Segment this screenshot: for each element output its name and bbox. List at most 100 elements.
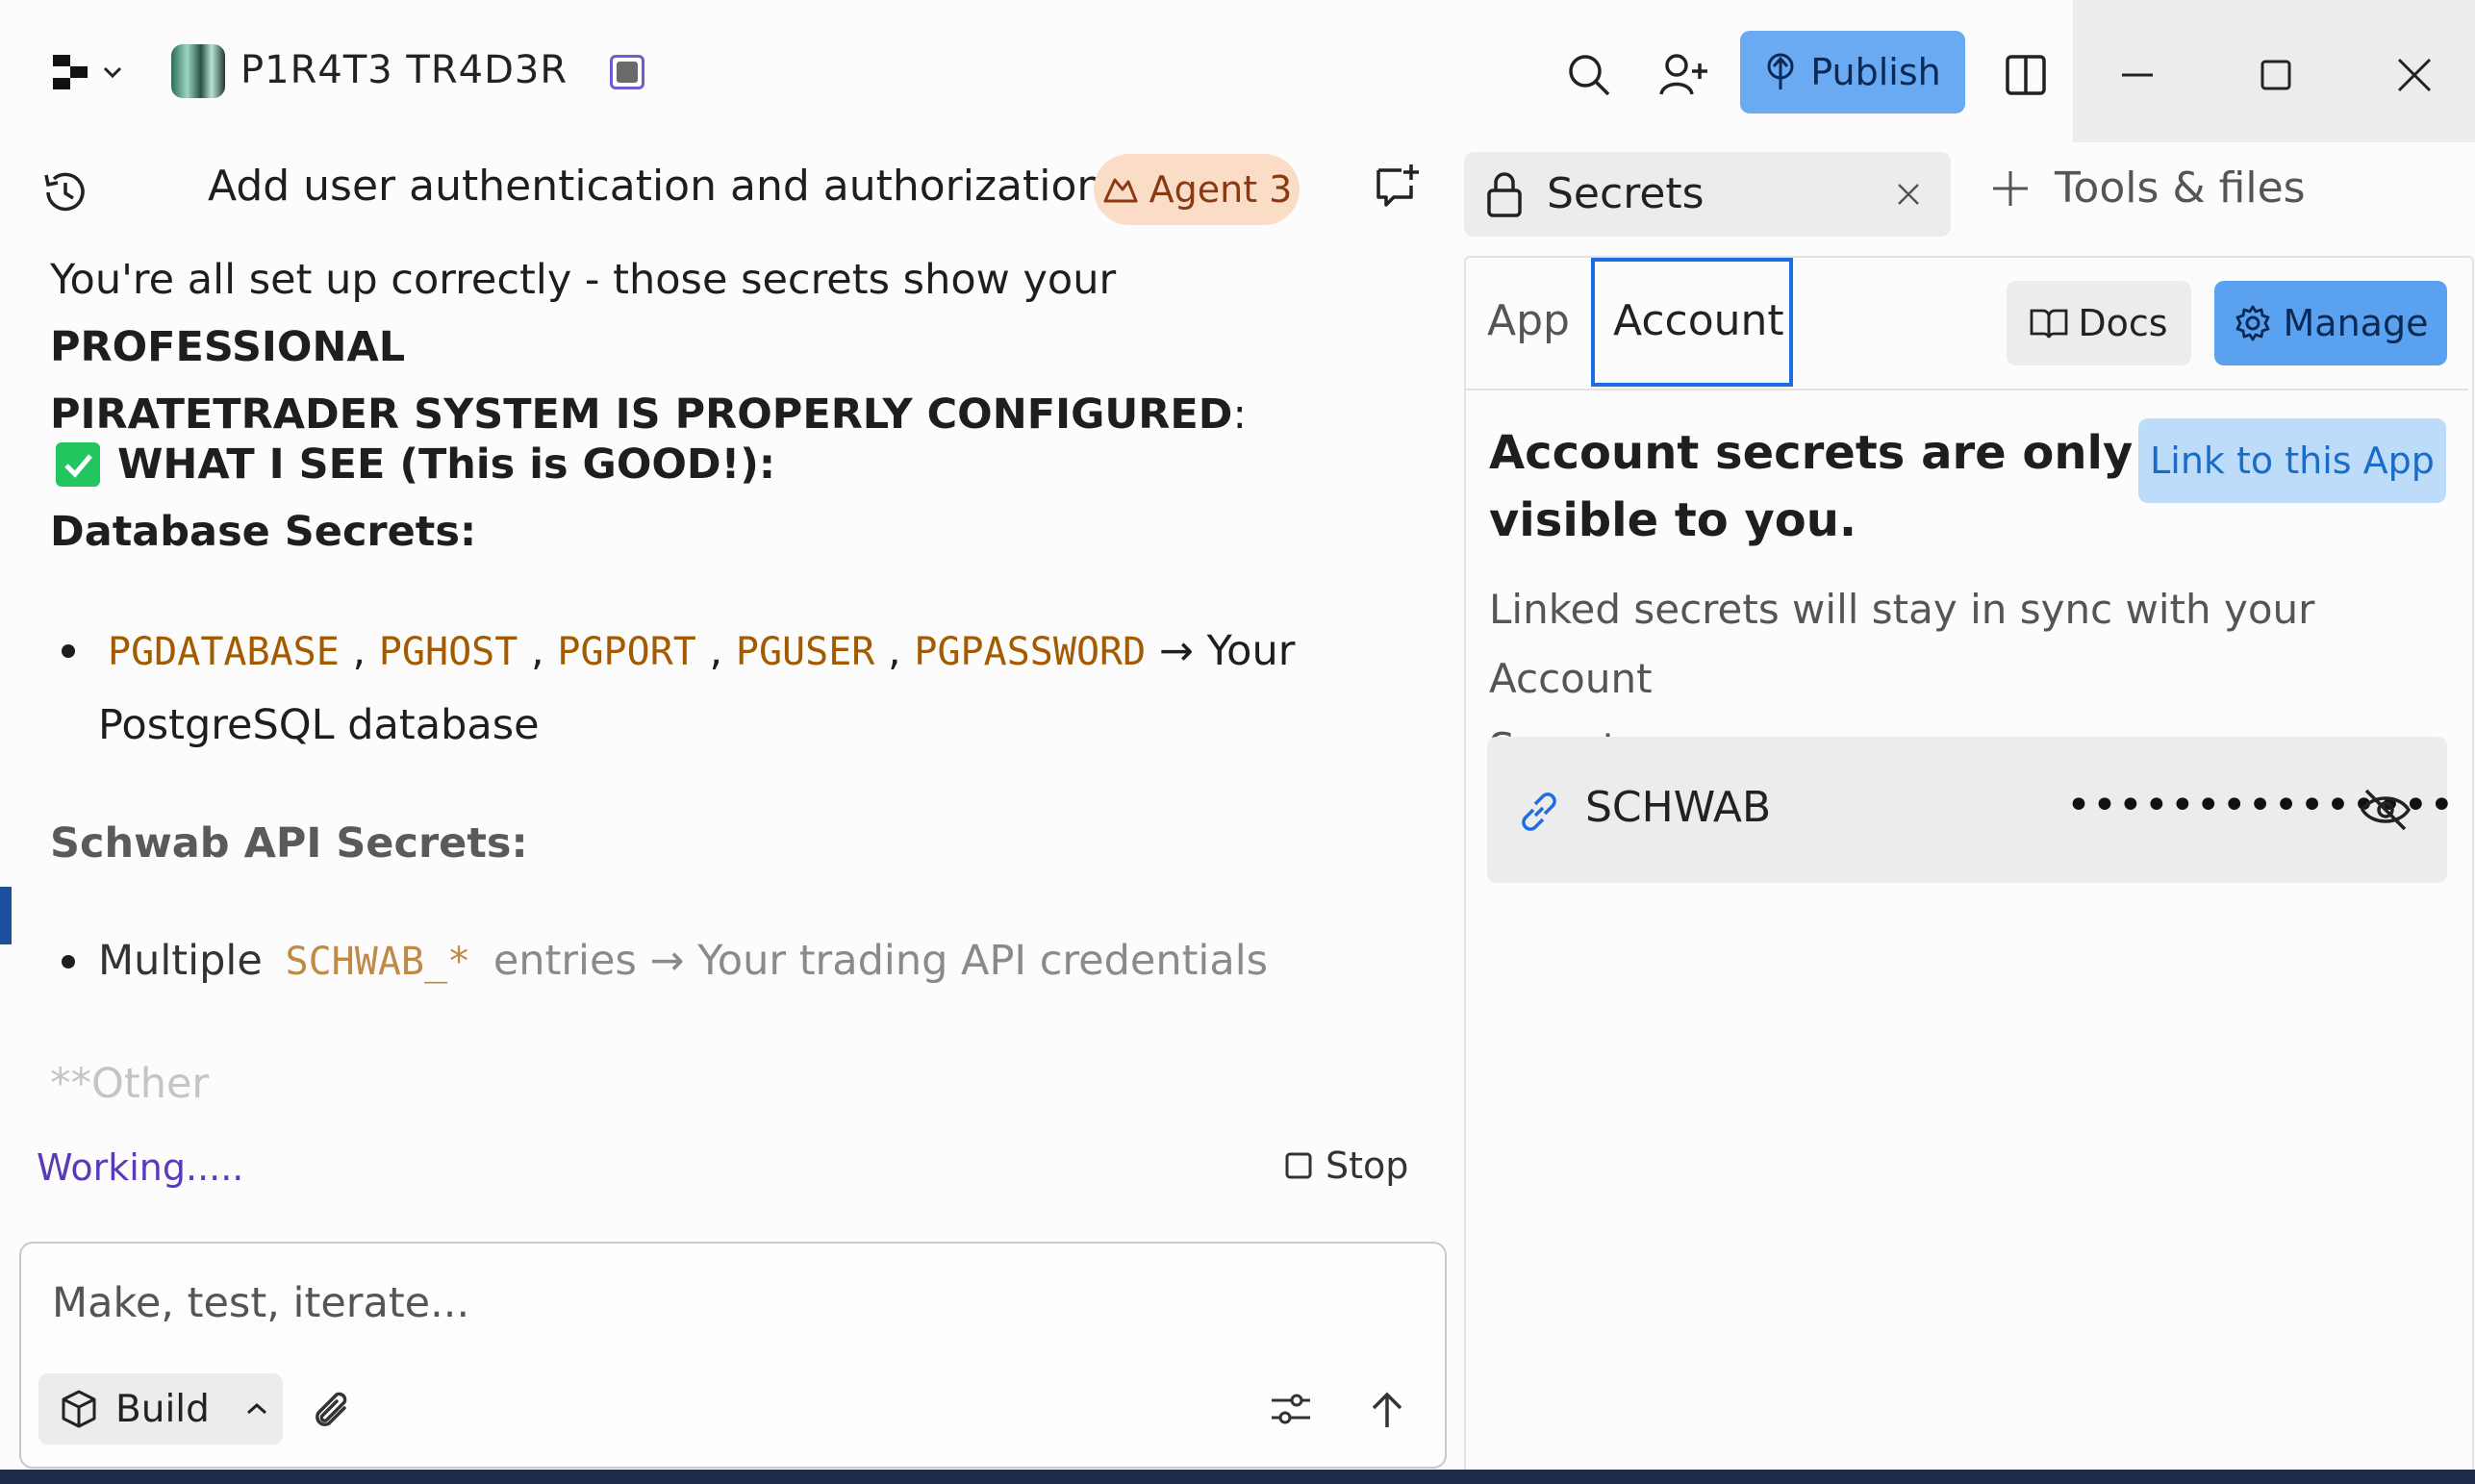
minimize-icon: [2122, 73, 2153, 77]
publish-label: Publish: [1810, 51, 1941, 93]
gear-icon: [2235, 305, 2269, 341]
build-label: Build: [115, 1387, 210, 1431]
eye-off-icon: [2360, 789, 2412, 831]
comma: ,: [709, 627, 723, 675]
app-avatar: [171, 44, 225, 98]
description-line1: Linked secrets will stay in sync with yo…: [1489, 586, 2315, 702]
send-button[interactable]: [1358, 1381, 1416, 1439]
tools-files-tab[interactable]: Tools & files: [1989, 163, 2306, 213]
secrets-tab-label: Secrets: [1547, 169, 1705, 218]
link-to-app-button[interactable]: Link to this App: [2138, 418, 2446, 503]
history-button[interactable]: [35, 162, 96, 223]
stop-icon: [1285, 1152, 1312, 1179]
close-icon: [1898, 184, 1919, 205]
msg-line1-bold: PROFESSIONAL: [50, 323, 406, 371]
comma: ,: [531, 627, 544, 675]
msg-line1-prefix: You're all set up correctly - those secr…: [50, 256, 1117, 304]
agent-icon: [1103, 178, 1138, 203]
code-pguser: PGUSER: [735, 630, 875, 674]
plus-icon: [1993, 170, 2028, 206]
sliders-icon: [1272, 1394, 1310, 1424]
db-desc-1: → Your: [1158, 627, 1296, 675]
database-heading-text: Database Secrets:: [50, 508, 477, 556]
maximize-icon: [2260, 60, 2291, 90]
code-pghost: PGHOST: [378, 630, 518, 674]
check-mark-icon: [56, 442, 100, 487]
settings-sliders-button[interactable]: [1260, 1381, 1322, 1439]
account-secrets-heading: Account secrets are only visible to you.: [1489, 419, 2133, 554]
other-text: **Other: [50, 1060, 210, 1108]
tab-app[interactable]: App: [1487, 296, 1570, 345]
publish-icon: [1767, 53, 1794, 89]
what-i-see-text: WHAT I SEE (This is GOOD!):: [117, 440, 776, 489]
schwab-line: Multiple SCHWAB_* entries → Your trading…: [98, 927, 1445, 995]
split-pane-icon: [2006, 55, 2046, 95]
taskbar-strip: [0, 1470, 2475, 1484]
attach-button[interactable]: [304, 1381, 362, 1439]
schwab-suffix: entries → Your trading API credentials: [492, 937, 1269, 985]
close-tab-button[interactable]: [1889, 173, 1928, 215]
agent-message: You're all set up correctly - those secr…: [50, 246, 1435, 448]
docs-label: Docs: [2078, 302, 2168, 344]
chevron-up-icon: [246, 1402, 266, 1415]
arrow-up-icon: [1372, 1392, 1402, 1427]
bullet-dot: [62, 644, 75, 658]
build-mode-button[interactable]: Build: [38, 1373, 283, 1445]
schwab-prefix: Multiple: [98, 937, 263, 985]
search-button[interactable]: [1558, 44, 1620, 106]
secret-key: SCHWAB: [1585, 783, 1772, 832]
new-chat-icon: [1376, 164, 1419, 207]
docs-button[interactable]: Docs: [2007, 281, 2191, 365]
code-pgdatabase: PGDATABASE: [108, 630, 340, 674]
paperclip-icon: [316, 1392, 347, 1426]
link-icon: [1514, 787, 1564, 837]
lock-icon: [1485, 169, 1524, 219]
workspace-menu-button[interactable]: [38, 44, 135, 102]
tab-secrets[interactable]: [1464, 152, 1951, 237]
tools-files-label: Tools & files: [2055, 163, 2306, 213]
toggle-visibility-button[interactable]: [2355, 779, 2416, 841]
search-icon: [1569, 55, 1610, 96]
msg-line2-suffix: :: [1232, 390, 1247, 439]
agent-badge[interactable]: Agent 3: [1094, 154, 1300, 225]
app-name: P1R4T3 TR4D3R: [240, 48, 568, 92]
stop-button[interactable]: Stop: [1285, 1144, 1408, 1187]
publish-button[interactable]: Publish: [1740, 31, 1965, 113]
heading-line1: Account secrets are only: [1489, 426, 2134, 480]
db-vars-line: PGDATABASE , PGHOST , PGPORT , PGUSER , …: [98, 617, 1445, 686]
agent-badge-label: Agent 3: [1149, 168, 1293, 211]
minimize-button[interactable]: [2107, 44, 2168, 106]
toggle-layout-button[interactable]: [1995, 44, 2057, 106]
manage-button[interactable]: Manage: [2214, 281, 2447, 365]
code-pgpassword: PGPASSWORD: [914, 630, 1147, 674]
replit-logo-icon: [53, 55, 122, 89]
bullet-dot: [62, 955, 75, 968]
prompt-input[interactable]: [52, 1274, 1206, 1332]
stop-label: Stop: [1326, 1144, 1409, 1187]
history-icon: [44, 172, 85, 212]
tab-divider: [1466, 389, 2468, 390]
book-icon: [2030, 309, 2068, 339]
close-window-button[interactable]: [2384, 44, 2445, 106]
code-pgport: PGPORT: [557, 630, 696, 674]
manage-label: Manage: [2283, 302, 2429, 344]
invite-button[interactable]: [1654, 44, 1716, 106]
cube-icon: [62, 1390, 96, 1428]
tab-account-label: Account: [1613, 296, 1784, 345]
chat-title[interactable]: Add user authentication and authorizatio…: [208, 162, 1170, 211]
schwab-heading-text: Schwab API Secrets:: [50, 819, 528, 868]
db-desc-2: PostgreSQL database: [98, 701, 540, 749]
add-user-icon: [1659, 54, 1707, 95]
database-heading: Database Secrets:: [50, 498, 476, 566]
code-schwab: SCHWAB_*: [285, 940, 471, 984]
maximize-button[interactable]: [2245, 44, 2307, 106]
new-chat-button[interactable]: [1366, 156, 1427, 217]
what-i-see-heading: WHAT I SEE (This is GOOD!):: [117, 431, 775, 498]
scroll-indicator: [0, 887, 12, 944]
comma: ,: [352, 627, 366, 675]
heading-line2: visible to you.: [1489, 493, 1857, 547]
close-icon: [2397, 58, 2432, 92]
stop-square-icon[interactable]: [610, 55, 644, 89]
status-working: Working.....: [37, 1146, 244, 1189]
schwab-heading: Schwab API Secrets:: [50, 810, 528, 877]
